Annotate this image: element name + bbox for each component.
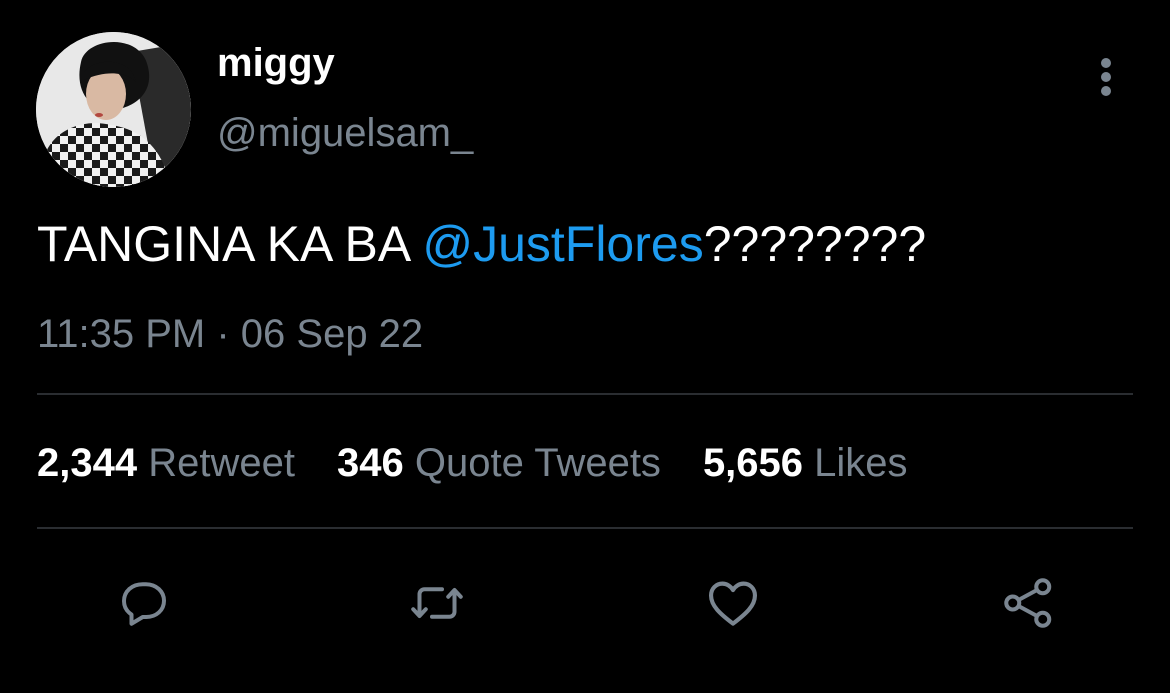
tweet-text-suffix: ???????? [703,216,927,272]
retweets-stat[interactable]: 2,344 Retweet [37,440,295,486]
heart-icon [708,581,758,626]
like-button[interactable] [698,568,768,638]
reply-icon [122,582,166,626]
mention-link[interactable]: @JustFlores [422,216,703,272]
tweet-text: TANGINA KA BA @JustFlores???????? [37,215,926,273]
retweet-button[interactable] [402,568,472,638]
tweet-text-prefix: TANGINA KA BA [37,216,423,272]
retweet-icon [411,587,463,619]
quote-tweets-label: Quote Tweets [414,441,661,485]
quote-tweets-stat[interactable]: 346 Quote Tweets [337,440,661,486]
avatar-image [36,32,191,187]
more-dot [1101,86,1111,96]
tweet-stats: 2,344 Retweet 346 Quote Tweets 5,656 Lik… [37,440,908,486]
retweets-count: 2,344 [37,441,138,485]
author-display-name[interactable]: miggy [217,40,335,86]
divider [37,393,1133,395]
author-handle[interactable]: @miguelsam_ [217,110,473,156]
share-icon [1004,578,1052,628]
reply-button[interactable] [109,568,179,638]
tweet-timestamp[interactable]: 11:35 PM · 06 Sep 22 [37,311,423,357]
retweets-label: Retweet [148,441,295,485]
avatar[interactable] [36,32,191,187]
action-bar [0,568,1170,638]
likes-label: Likes [814,441,908,485]
share-button[interactable] [994,568,1064,638]
more-dot [1101,58,1111,68]
likes-count: 5,656 [702,441,804,485]
divider [37,527,1133,529]
quote-tweets-count: 346 [336,441,404,485]
more-dot [1101,72,1111,82]
more-vertical-icon[interactable] [1088,52,1124,100]
likes-stat[interactable]: 5,656 Likes [703,440,908,486]
tweet-detail: miggy @miguelsam_ TANGINA KA BA @JustFlo… [0,0,1170,693]
